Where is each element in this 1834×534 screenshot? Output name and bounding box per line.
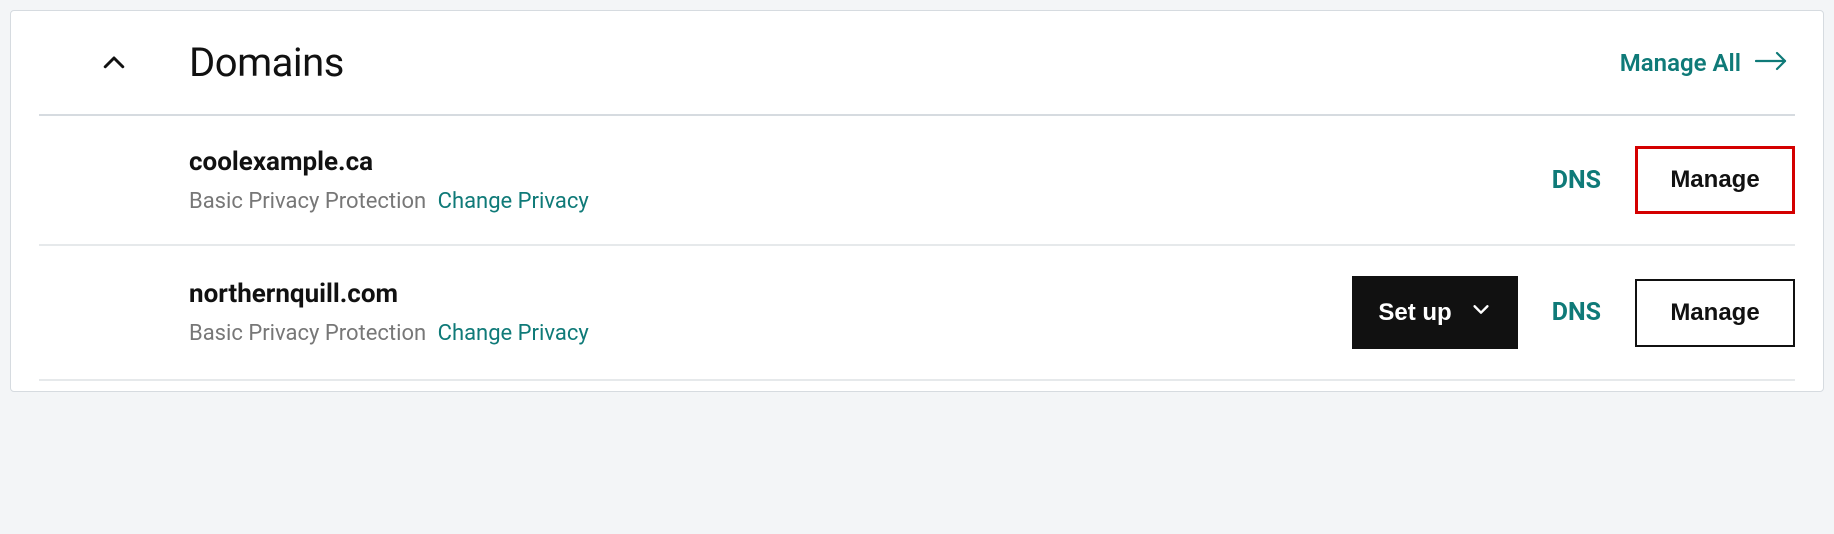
domains-panel: Domains Manage All coolexample.ca Basic … — [10, 10, 1824, 392]
dns-link[interactable]: DNS — [1552, 166, 1601, 195]
manage-all-link[interactable]: Manage All — [1620, 49, 1789, 77]
domain-info: coolexample.ca Basic Privacy Protection … — [189, 147, 1552, 214]
manage-button[interactable]: Manage — [1635, 279, 1795, 347]
dns-link[interactable]: DNS — [1552, 298, 1601, 327]
panel-header: Domains Manage All — [39, 27, 1795, 116]
domain-name: coolexample.ca — [189, 147, 1552, 177]
collapse-toggle[interactable] — [39, 48, 189, 78]
setup-button[interactable]: Set up — [1352, 276, 1517, 349]
section-title: Domains — [189, 39, 1620, 86]
domain-info: northernquill.com Basic Privacy Protecti… — [189, 279, 1352, 346]
privacy-line: Basic Privacy Protection Change Privacy — [189, 189, 1552, 214]
domain-name: northernquill.com — [189, 279, 1352, 309]
chevron-up-icon — [99, 48, 129, 78]
change-privacy-link[interactable]: Change Privacy — [438, 189, 589, 214]
privacy-line: Basic Privacy Protection Change Privacy — [189, 321, 1352, 346]
arrow-right-icon — [1755, 49, 1789, 77]
change-privacy-link[interactable]: Change Privacy — [438, 321, 589, 346]
setup-label: Set up — [1378, 299, 1451, 327]
manage-all-label: Manage All — [1620, 49, 1741, 77]
row-actions: Set up DNS Manage — [1352, 276, 1795, 349]
privacy-text: Basic Privacy Protection — [189, 189, 426, 214]
privacy-text: Basic Privacy Protection — [189, 321, 426, 346]
manage-button[interactable]: Manage — [1635, 146, 1795, 214]
row-actions: DNS Manage — [1552, 146, 1795, 214]
chevron-down-icon — [1470, 298, 1492, 327]
domain-row: northernquill.com Basic Privacy Protecti… — [39, 246, 1795, 381]
domain-row: coolexample.ca Basic Privacy Protection … — [39, 116, 1795, 246]
